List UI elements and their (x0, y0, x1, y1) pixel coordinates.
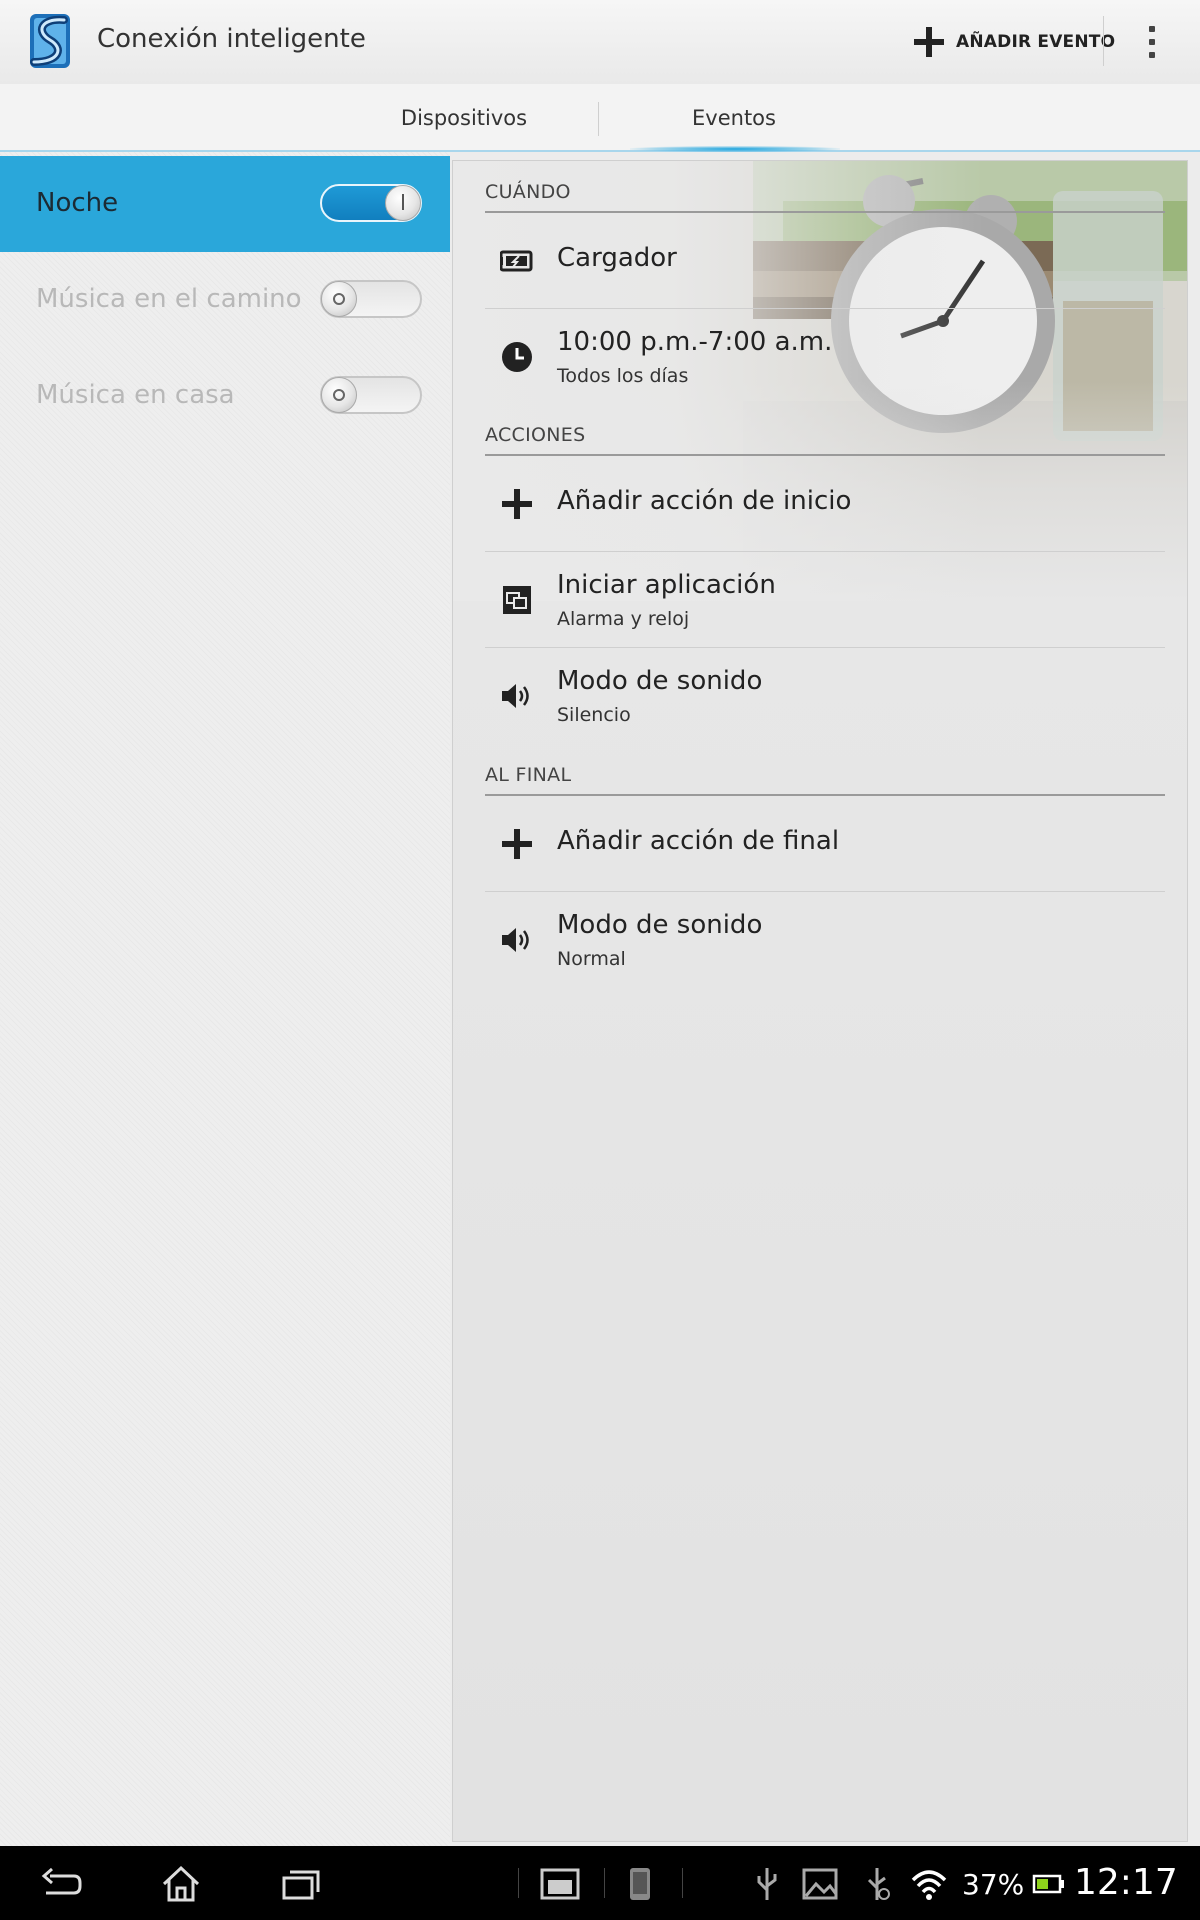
back-icon[interactable] (36, 1864, 86, 1904)
toggle-knob (321, 281, 357, 317)
plus-icon (914, 27, 944, 57)
recent-apps-icon[interactable] (276, 1864, 326, 1904)
smart-connect-logo-icon (24, 10, 86, 74)
event-label: Música en casa (36, 380, 235, 410)
event-label: Música en el camino (36, 284, 302, 314)
speaker-icon (499, 678, 535, 714)
status-divider (518, 1868, 519, 1898)
tab-divider (598, 102, 599, 136)
condition-time[interactable]: 10:00 p.m.-7:00 a.m. Todos los días (485, 309, 1165, 405)
add-end-action-button[interactable]: Añadir acción de final (485, 796, 1165, 892)
clock-icon (499, 339, 535, 375)
event-item-musica-en-el-camino[interactable]: Música en el camino (0, 252, 450, 348)
add-start-action-button[interactable]: Añadir acción de inicio (485, 456, 1165, 552)
section-header-actions: ACCIONES (485, 424, 586, 446)
image-icon (802, 1868, 838, 1900)
screenshot-icon (630, 1868, 650, 1900)
wifi-icon (911, 1870, 947, 1900)
status-divider (604, 1868, 605, 1898)
action-sound-mode[interactable]: Modo de sonido Silencio (485, 648, 1165, 744)
usb-debug-icon (867, 1868, 890, 1900)
add-event-label: AÑADIR EVENTO (956, 32, 1116, 52)
toggle-knob (321, 377, 357, 413)
speaker-icon (499, 922, 535, 958)
row-title: Añadir acción de final (557, 826, 840, 856)
event-item-noche[interactable]: Noche (0, 156, 450, 252)
row-subtitle: Alarma y reloj (557, 608, 690, 630)
condition-charger[interactable]: Cargador (485, 213, 1165, 309)
end-action-sound-mode[interactable]: Modo de sonido Normal (485, 892, 1165, 988)
section-header-when: CUÁNDO (485, 181, 571, 203)
event-list: Noche Música en el camino Música en casa (0, 152, 450, 1846)
system-bar: 37% 12:17 (0, 1846, 1200, 1920)
overflow-menu-icon[interactable] (1138, 22, 1166, 62)
row-title: Modo de sonido (557, 666, 763, 696)
plus-icon (499, 826, 535, 862)
row-title: 10:00 p.m.-7:00 a.m. (557, 327, 833, 357)
battery-icon (1032, 1874, 1064, 1894)
battery-percent: 37% (962, 1868, 1025, 1901)
action-bar: Conexión inteligente AÑADIR EVENTO (0, 0, 1200, 85)
app-title: Conexión inteligente (97, 24, 366, 54)
event-label: Noche (36, 188, 119, 218)
add-event-button[interactable]: AÑADIR EVENTO (912, 20, 1115, 64)
row-title: Iniciar aplicación (557, 570, 776, 600)
action-launch-app[interactable]: Iniciar aplicación Alarma y reloj (485, 552, 1165, 648)
event-toggle[interactable] (320, 280, 422, 318)
usb-icon (757, 1868, 777, 1900)
launch-app-icon (499, 582, 535, 618)
event-item-musica-en-casa[interactable]: Música en casa (0, 348, 450, 444)
status-clock: 12:17 (1074, 1862, 1178, 1903)
home-icon[interactable] (156, 1864, 206, 1904)
tab-bar: Dispositivos Eventos (0, 84, 1200, 152)
event-toggle[interactable] (320, 184, 422, 222)
tab-dispositivos[interactable]: Dispositivos (330, 84, 598, 152)
event-toggle[interactable] (320, 376, 422, 414)
section-header-end: AL FINAL (485, 764, 572, 786)
status-divider (682, 1868, 683, 1898)
row-subtitle: Silencio (557, 704, 631, 726)
row-title: Cargador (557, 243, 677, 273)
row-subtitle: Normal (557, 948, 626, 970)
toggle-knob (385, 185, 421, 221)
charger-icon (499, 243, 535, 279)
selected-tab-indicator (630, 146, 840, 152)
small-apps-icon[interactable] (538, 1866, 582, 1902)
event-detail-panel: CUÁNDO Cargador 10:00 p.m.-7:00 a.m. Tod… (452, 160, 1188, 1842)
action-bar-divider (1103, 16, 1104, 66)
plus-icon (499, 486, 535, 522)
row-subtitle: Todos los días (557, 365, 689, 387)
row-title: Modo de sonido (557, 910, 763, 940)
tab-eventos[interactable]: Eventos (600, 84, 868, 152)
row-title: Añadir acción de inicio (557, 486, 852, 516)
